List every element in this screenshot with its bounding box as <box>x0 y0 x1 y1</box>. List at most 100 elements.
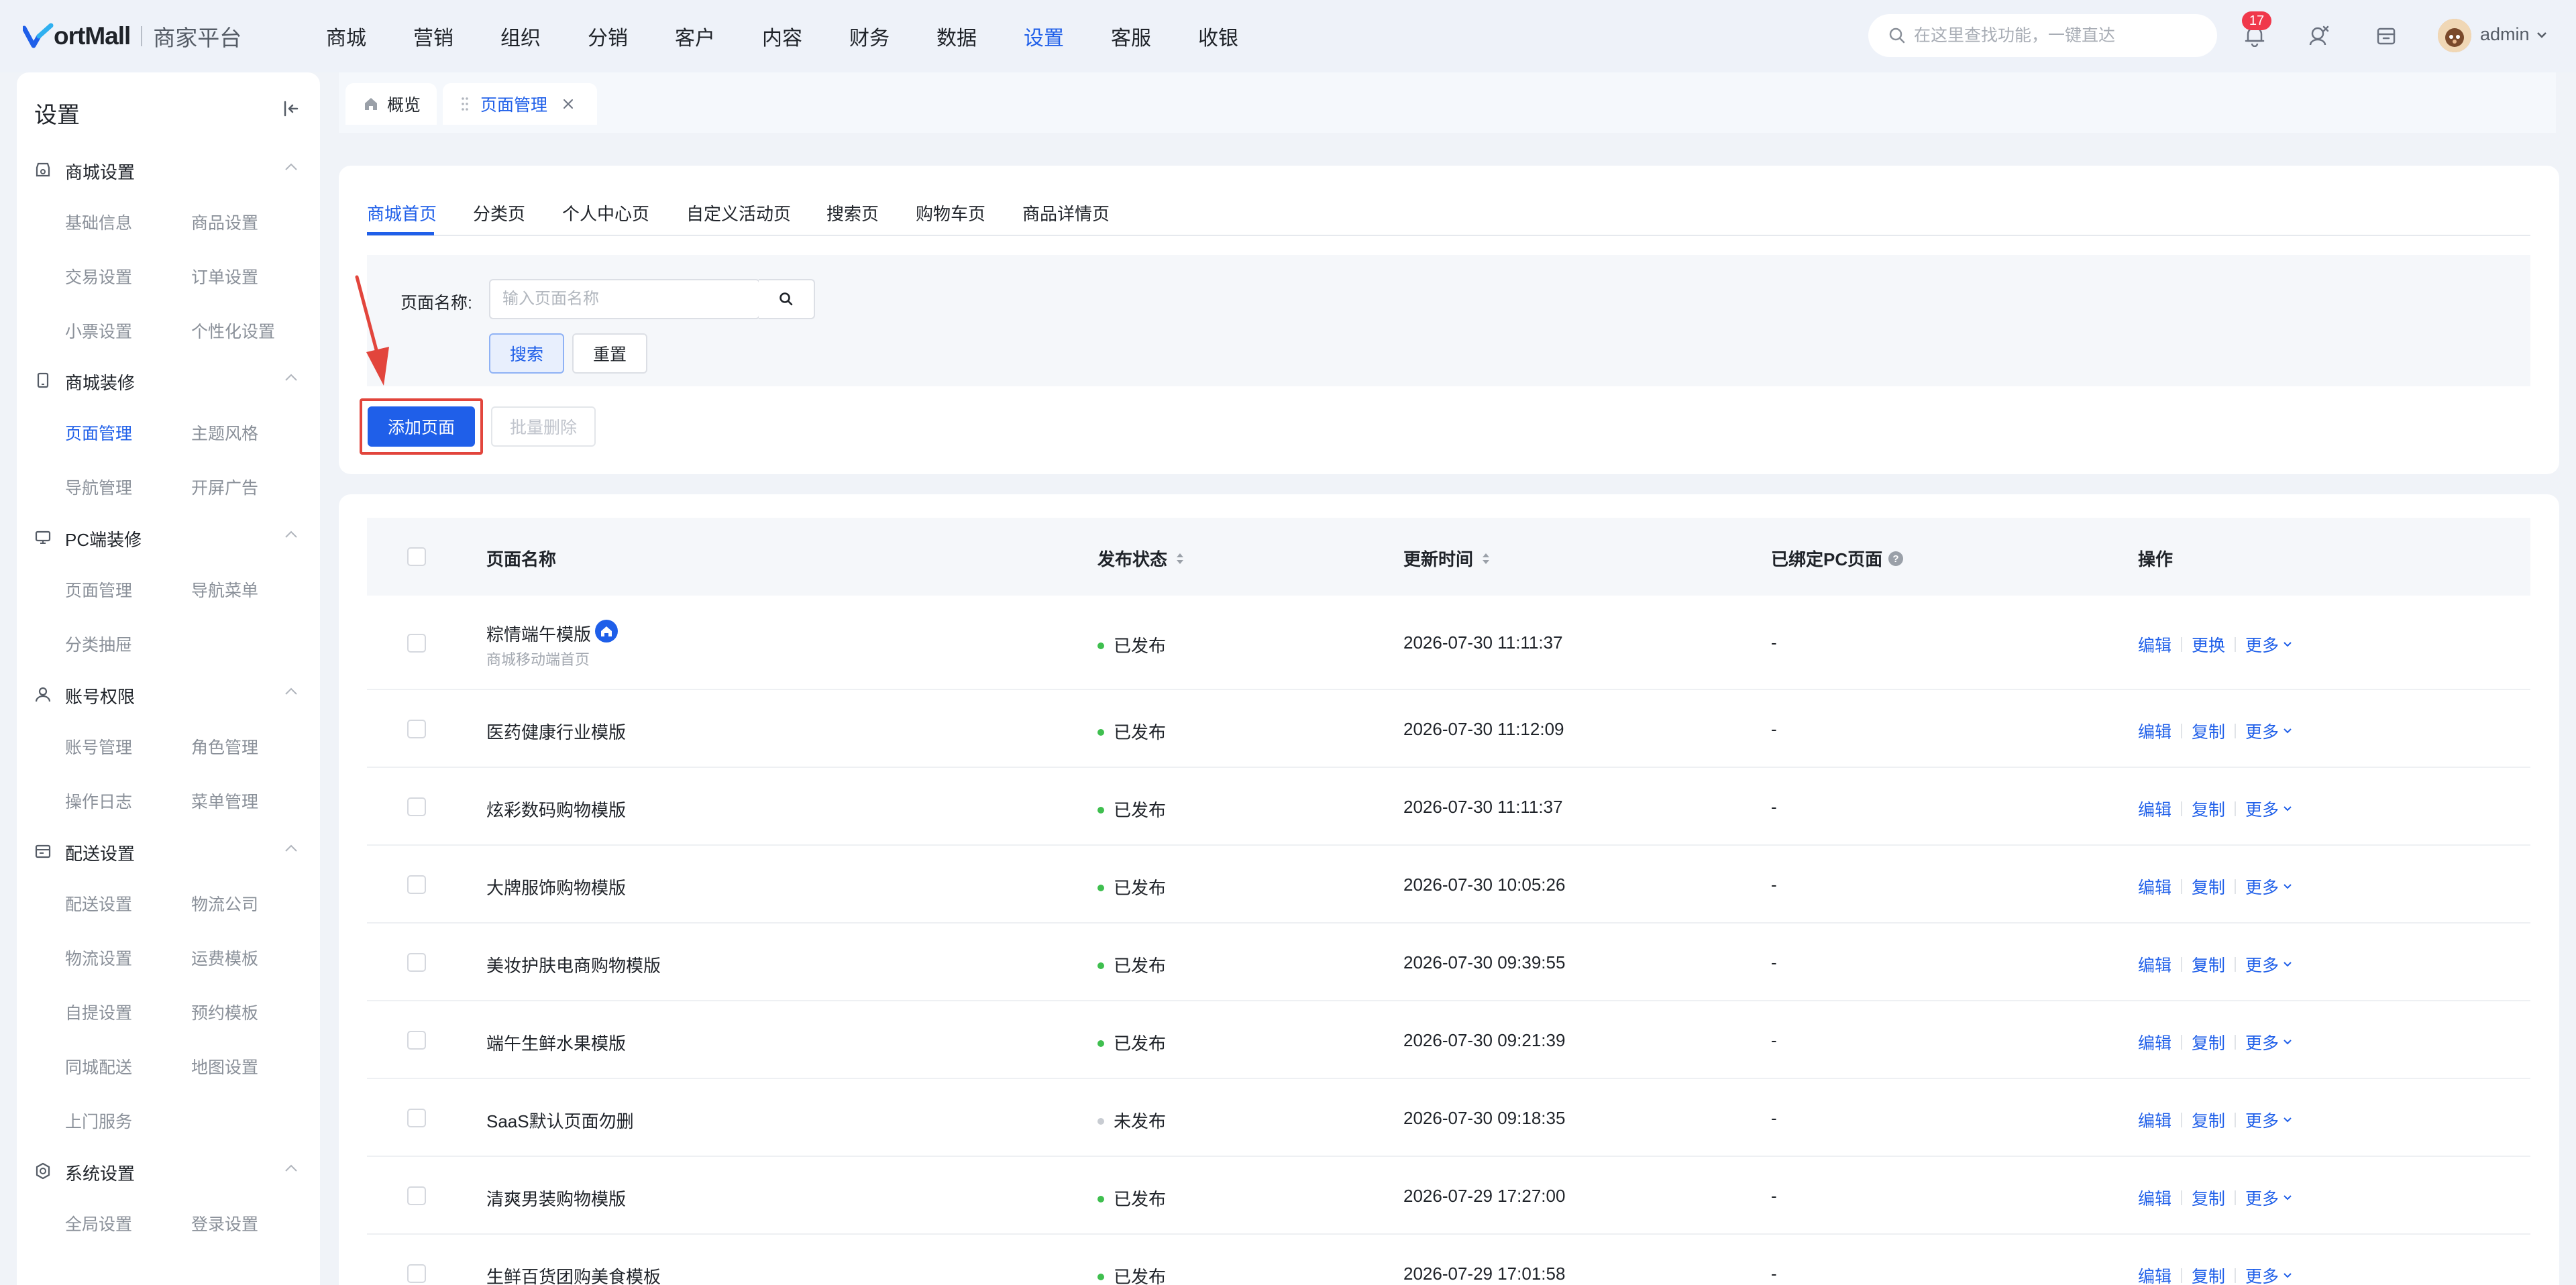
chevron-down-icon[interactable] <box>2283 883 2292 890</box>
row-checkbox[interactable] <box>407 1186 426 1205</box>
more-link[interactable]: 更多 <box>2245 719 2279 743</box>
column-header-update-time[interactable]: 更新时间 <box>1403 546 1491 571</box>
sidebar-item-splash-ad[interactable]: 开屏广告 <box>191 475 258 499</box>
search-button[interactable]: 搜索 <box>489 333 564 374</box>
sidebar-group-mall-decoration[interactable]: 商城装修 <box>17 363 320 396</box>
chevron-down-icon[interactable] <box>2283 1117 2292 1123</box>
copy-link[interactable]: 复制 <box>2192 1030 2225 1054</box>
chevron-down-icon[interactable] <box>2283 805 2292 812</box>
copy-link[interactable]: 复制 <box>2192 1108 2225 1132</box>
tab-user-center-page[interactable]: 个人中心页 <box>562 201 649 225</box>
page-name[interactable]: SaaS默认页面勿删 <box>486 1108 634 1133</box>
sidebar-group-mall-settings[interactable]: 商城设置 <box>17 152 320 186</box>
chevron-down-icon[interactable] <box>2283 961 2292 968</box>
sidebar-group-pc-decoration[interactable]: PC端装修 <box>17 520 320 553</box>
sidebar-item-receipt-settings[interactable]: 小票设置 <box>65 319 132 343</box>
tab-custom-activity-page[interactable]: 自定义活动页 <box>686 201 791 225</box>
page-name[interactable]: 粽情端午模版 <box>486 621 591 646</box>
sidebar-item-home-service[interactable]: 上门服务 <box>65 1109 132 1133</box>
chevron-down-icon[interactable] <box>2536 31 2548 39</box>
sidebar-item-freight-template[interactable]: 运费模板 <box>191 946 258 970</box>
row-checkbox[interactable] <box>407 1264 426 1283</box>
help-icon[interactable]: ? <box>1888 551 1904 567</box>
row-checkbox[interactable] <box>407 1031 426 1050</box>
sidebar-item-global-settings[interactable]: 全局设置 <box>65 1211 132 1235</box>
tab-cart-page[interactable]: 购物车页 <box>916 201 985 225</box>
nav-item-cashier[interactable]: 收银 <box>1198 21 1285 51</box>
edit-link[interactable]: 编辑 <box>2138 632 2171 657</box>
global-search[interactable] <box>1868 14 2217 57</box>
tab-page-management[interactable]: 页面管理 <box>443 83 597 125</box>
tab-category-page[interactable]: 分类页 <box>473 201 525 225</box>
sidebar-item-order-settings[interactable]: 订单设置 <box>191 264 258 288</box>
sidebar-item-map-settings[interactable]: 地图设置 <box>191 1054 258 1078</box>
sidebar-item-theme-style[interactable]: 主题风格 <box>191 421 258 445</box>
sidebar-item-pc-page-management[interactable]: 页面管理 <box>65 577 132 602</box>
copy-link[interactable]: 复制 <box>2192 875 2225 899</box>
input-search-button[interactable] <box>759 279 815 319</box>
sidebar-item-logistics-company[interactable]: 物流公司 <box>191 891 258 915</box>
user-name[interactable]: admin <box>2480 24 2530 45</box>
edit-link[interactable]: 编辑 <box>2138 1030 2171 1054</box>
nav-item-settings[interactable]: 设置 <box>1024 21 1111 51</box>
more-link[interactable]: 更多 <box>2245 1186 2279 1210</box>
sidebar-group-system-settings[interactable]: 系统设置 <box>17 1154 320 1187</box>
sidebar-group-account-permission[interactable]: 账号权限 <box>17 677 320 710</box>
copy-link[interactable]: 复制 <box>2192 1186 2225 1210</box>
nav-item-mall[interactable]: 商城 <box>326 21 413 51</box>
nav-item-data[interactable]: 数据 <box>936 21 1024 51</box>
sidebar-item-page-management[interactable]: 页面管理 <box>65 421 132 445</box>
avatar[interactable] <box>2438 19 2471 52</box>
tab-mall-home[interactable]: 商城首页 <box>367 201 437 225</box>
sidebar-item-delivery-settings[interactable]: 配送设置 <box>65 891 132 915</box>
edit-link[interactable]: 编辑 <box>2138 1186 2171 1210</box>
edit-link[interactable]: 编辑 <box>2138 1108 2171 1132</box>
page-name[interactable]: 清爽男装购物模版 <box>486 1186 626 1211</box>
page-name[interactable]: 端午生鲜水果模版 <box>486 1030 626 1055</box>
chevron-down-icon[interactable] <box>2283 1272 2292 1279</box>
sidebar-item-account-management[interactable]: 账号管理 <box>65 734 132 759</box>
row-checkbox[interactable] <box>407 953 426 972</box>
chevron-down-icon[interactable] <box>2283 1039 2292 1046</box>
sidebar-item-operation-log[interactable]: 操作日志 <box>65 789 132 813</box>
page-name[interactable]: 大牌服饰购物模版 <box>486 875 626 899</box>
sidebar-item-logistics-settings[interactable]: 物流设置 <box>65 946 132 970</box>
sort-icon[interactable] <box>1481 551 1491 567</box>
page-name[interactable]: 医药健康行业模版 <box>486 719 626 744</box>
row-checkbox[interactable] <box>407 797 426 816</box>
page-name-input[interactable] <box>489 279 760 319</box>
tab-search-page[interactable]: 搜索页 <box>826 201 879 225</box>
page-name[interactable]: 炫彩数码购物模版 <box>486 797 626 822</box>
chevron-down-icon[interactable] <box>2283 641 2292 648</box>
more-link[interactable]: 更多 <box>2245 1264 2279 1285</box>
sidebar-item-reservation-template[interactable]: 预约模板 <box>191 1000 258 1024</box>
reset-button[interactable]: 重置 <box>572 333 647 374</box>
edit-link[interactable]: 编辑 <box>2138 875 2171 899</box>
page-name[interactable]: 美妆护肤电商购物模版 <box>486 952 661 977</box>
drag-handle-icon[interactable] <box>462 97 468 111</box>
more-link[interactable]: 更多 <box>2245 797 2279 821</box>
batch-delete-button[interactable]: 批量删除 <box>491 406 596 447</box>
copy-link[interactable]: 复制 <box>2192 1264 2225 1285</box>
chevron-down-icon[interactable] <box>2283 1194 2292 1201</box>
row-checkbox[interactable] <box>407 1109 426 1127</box>
global-search-input[interactable] <box>1914 25 2202 46</box>
sidebar-item-personalization[interactable]: 个性化设置 <box>191 319 275 343</box>
more-link[interactable]: 更多 <box>2245 952 2279 976</box>
more-link[interactable]: 更多 <box>2245 1108 2279 1132</box>
sort-icon[interactable] <box>1175 551 1185 567</box>
sidebar-item-category-drawer[interactable]: 分类抽屉 <box>65 632 132 656</box>
edit-link[interactable]: 编辑 <box>2138 797 2171 821</box>
row-checkbox[interactable] <box>407 875 426 894</box>
edit-link[interactable]: 编辑 <box>2138 719 2171 743</box>
sidebar-item-nav-management[interactable]: 导航管理 <box>65 475 132 499</box>
nav-item-service[interactable]: 客服 <box>1111 21 1198 51</box>
row-checkbox[interactable] <box>407 634 426 653</box>
page-name[interactable]: 生鲜百货团购美食模板 <box>486 1264 661 1285</box>
tab-overview[interactable]: 概览 <box>345 83 437 125</box>
sidebar-item-role-management[interactable]: 角色管理 <box>191 734 258 759</box>
more-link[interactable]: 更多 <box>2245 875 2279 899</box>
logo[interactable]: ortMall 商家平台 <box>23 19 241 54</box>
edit-link[interactable]: 编辑 <box>2138 952 2171 976</box>
nav-item-marketing[interactable]: 营销 <box>413 21 500 51</box>
